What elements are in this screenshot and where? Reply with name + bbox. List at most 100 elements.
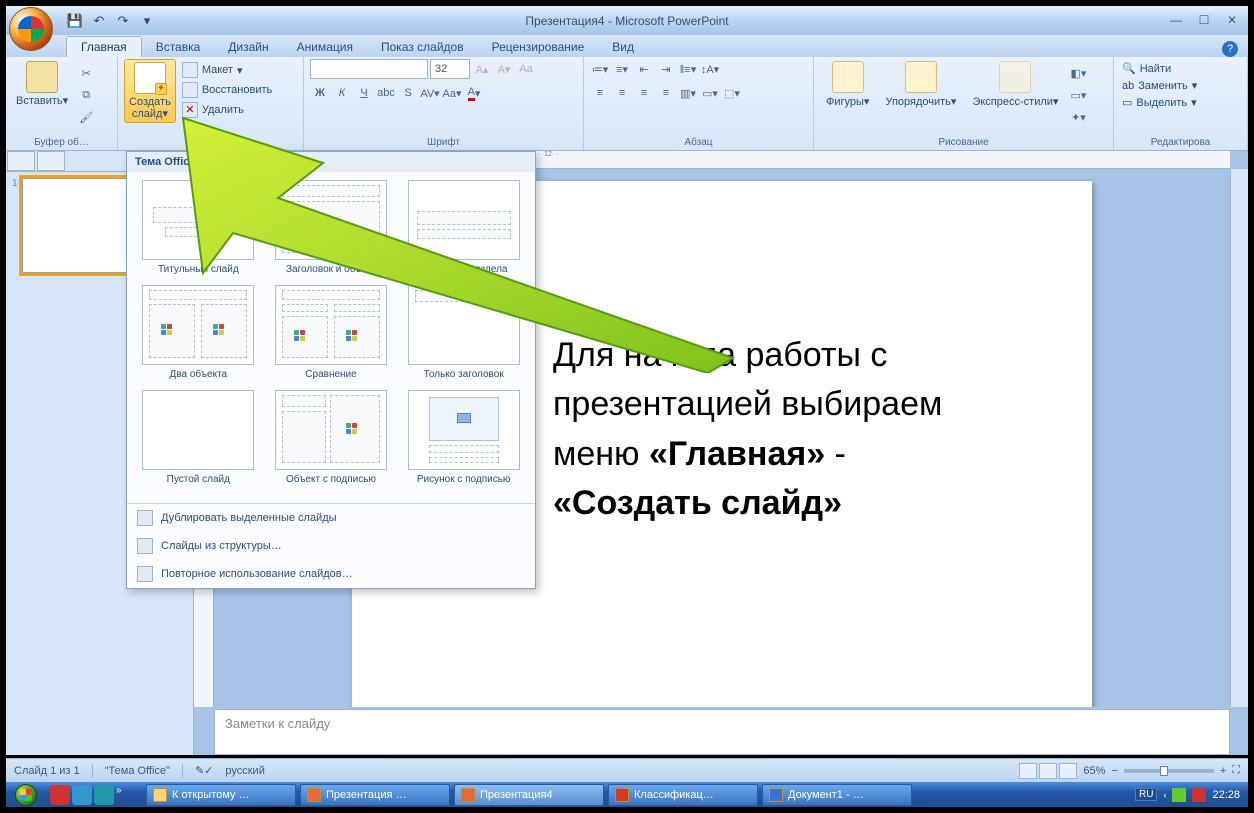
align-center-button[interactable]: ≡ xyxy=(612,83,632,103)
italic-button[interactable]: К xyxy=(332,83,352,103)
tray-expand-icon[interactable]: ‹ xyxy=(1163,790,1166,800)
layout-title-slide[interactable]: Титульный слайд xyxy=(135,180,262,275)
shapes-button[interactable]: Фигуры▾ xyxy=(820,59,875,110)
tray-icon-2[interactable] xyxy=(1192,788,1206,802)
arrange-button[interactable]: Упорядочить▾ xyxy=(879,59,962,110)
shrink-font-button[interactable]: A▾ xyxy=(494,59,514,79)
text-direction-button[interactable]: ↕A▾ xyxy=(700,59,720,79)
vertical-scrollbar[interactable] xyxy=(1230,169,1248,707)
align-text-button[interactable]: ▭▾ xyxy=(700,83,720,103)
status-spellcheck-icon[interactable]: ✎✓ xyxy=(195,764,213,777)
office-button[interactable] xyxy=(9,7,53,51)
task-item-0[interactable]: К открытому … xyxy=(146,784,296,806)
cut-button[interactable]: ✂ xyxy=(76,63,96,83)
status-language[interactable]: русский xyxy=(225,765,264,777)
layout-content-caption[interactable]: Объект с подписью xyxy=(268,390,395,485)
format-painter-button[interactable]: 🖌 xyxy=(76,107,96,127)
bold-button[interactable]: Ж xyxy=(310,83,330,103)
layout-button[interactable]: Макет ▾ xyxy=(180,61,274,79)
layout-comparison[interactable]: Сравнение xyxy=(268,285,395,380)
task-item-1[interactable]: Презентация … xyxy=(300,784,450,806)
slides-from-outline-cmd[interactable]: Слайды из структуры… xyxy=(127,532,535,560)
tab-design[interactable]: Дизайн xyxy=(214,37,282,57)
indent-inc-button[interactable]: ⇥ xyxy=(656,59,676,79)
shape-outline-button[interactable]: ▭▾ xyxy=(1068,85,1088,105)
shape-fill-button[interactable]: ◧▾ xyxy=(1068,63,1088,83)
line-spacing-button[interactable]: ‖≡▾ xyxy=(678,59,698,79)
grow-font-button[interactable]: A▴ xyxy=(472,59,492,79)
task-item-2[interactable]: Презентация4 xyxy=(454,784,604,806)
language-indicator[interactable]: RU xyxy=(1135,788,1157,801)
find-button[interactable]: 🔍Найти xyxy=(1120,61,1199,76)
ql-item-4[interactable]: » xyxy=(116,785,136,805)
zoom-slider[interactable] xyxy=(1124,769,1214,773)
notes-pane[interactable]: Заметки к слайду xyxy=(214,709,1230,755)
char-spacing-button[interactable]: AV▾ xyxy=(420,83,440,103)
zoom-in-button[interactable]: + xyxy=(1220,765,1226,777)
view-normal-button[interactable] xyxy=(1019,763,1037,779)
indent-dec-button[interactable]: ⇤ xyxy=(634,59,654,79)
layout-title-content[interactable]: Заголовок и объект xyxy=(268,180,395,275)
qat-save-icon[interactable]: 💾 xyxy=(66,12,84,30)
reset-button[interactable]: Восстановить xyxy=(180,81,274,99)
task-item-3[interactable]: Классификац… xyxy=(608,784,758,806)
close-button[interactable]: ✕ xyxy=(1222,13,1242,29)
font-color-button[interactable]: A▾ xyxy=(464,83,484,103)
ql-item-3[interactable] xyxy=(94,785,114,805)
tab-home[interactable]: Главная xyxy=(66,36,142,57)
change-case-button[interactable]: Aa xyxy=(516,59,536,79)
fit-to-window-button[interactable]: ⛶ xyxy=(1232,764,1240,777)
strikethrough-button[interactable]: abc xyxy=(376,83,396,103)
layout-two-content[interactable]: Два объекта xyxy=(135,285,262,380)
tab-view[interactable]: Вид xyxy=(598,37,648,57)
ql-item-1[interactable] xyxy=(50,785,70,805)
tab-review[interactable]: Рецензирование xyxy=(478,37,599,57)
maximize-button[interactable]: ☐ xyxy=(1194,13,1214,29)
tray-icon-1[interactable] xyxy=(1172,788,1186,802)
copy-button[interactable]: ⧉ xyxy=(76,85,96,105)
help-button[interactable]: ? xyxy=(1222,41,1238,57)
qat-undo-icon[interactable]: ↶ xyxy=(90,12,108,30)
layout-picture-caption[interactable]: Рисунок с подписью xyxy=(400,390,527,485)
font-size-combo[interactable]: 32 xyxy=(430,59,470,79)
justify-button[interactable]: ≡ xyxy=(656,83,676,103)
columns-button[interactable]: ▥▾ xyxy=(678,83,698,103)
select-button[interactable]: ▭Выделить ▾ xyxy=(1120,95,1199,110)
outline-tab-outline[interactable] xyxy=(37,151,65,171)
minimize-button[interactable]: — xyxy=(1166,13,1186,29)
qat-redo-icon[interactable]: ↷ xyxy=(114,12,132,30)
replace-button[interactable]: abЗаменить ▾ xyxy=(1120,78,1199,93)
clock[interactable]: 22:28 xyxy=(1212,789,1240,801)
view-sorter-button[interactable] xyxy=(1039,763,1057,779)
font-highlight-button[interactable]: Aa▾ xyxy=(442,83,462,103)
align-right-button[interactable]: ≡ xyxy=(634,83,654,103)
align-left-button[interactable]: ≡ xyxy=(590,83,610,103)
shape-effects-button[interactable]: ✦▾ xyxy=(1068,107,1088,127)
new-slide-button[interactable]: ✦ Создать слайд▾ xyxy=(124,59,176,123)
layout-blank[interactable]: Пустой слайд xyxy=(135,390,262,485)
task-item-4[interactable]: Документ1 - … xyxy=(762,784,912,806)
tab-insert[interactable]: Вставка xyxy=(142,37,215,57)
start-button[interactable] xyxy=(6,782,46,807)
duplicate-slides-cmd[interactable]: Дублировать выделенные слайды xyxy=(127,504,535,532)
quick-styles-button[interactable]: Экспресс-стили▾ xyxy=(966,59,1064,110)
shadow-button[interactable]: S xyxy=(398,83,418,103)
bullets-button[interactable]: ≔▾ xyxy=(590,59,610,79)
paste-button[interactable]: Вставить▾ xyxy=(12,59,72,109)
zoom-out-button[interactable]: − xyxy=(1111,765,1117,777)
delete-slide-button[interactable]: ✕Удалить xyxy=(180,101,274,119)
ql-item-2[interactable] xyxy=(72,785,92,805)
underline-button[interactable]: Ч xyxy=(354,83,374,103)
tab-slideshow[interactable]: Показ слайдов xyxy=(367,37,478,57)
layout-section-header[interactable]: Заголовок раздела xyxy=(400,180,527,275)
font-family-combo[interactable] xyxy=(310,59,428,79)
numbering-button[interactable]: ≡▾ xyxy=(612,59,632,79)
qat-more-icon[interactable]: ▾ xyxy=(138,12,156,30)
outline-tab-slides[interactable] xyxy=(7,151,35,171)
tab-animation[interactable]: Анимация xyxy=(283,37,367,57)
view-slideshow-button[interactable] xyxy=(1059,763,1077,779)
zoom-level[interactable]: 65% xyxy=(1083,765,1105,777)
reuse-slides-cmd[interactable]: Повторное использование слайдов… xyxy=(127,560,535,588)
smartart-button[interactable]: ⬚▾ xyxy=(722,83,742,103)
layout-title-only[interactable]: Только заголовок xyxy=(400,285,527,380)
